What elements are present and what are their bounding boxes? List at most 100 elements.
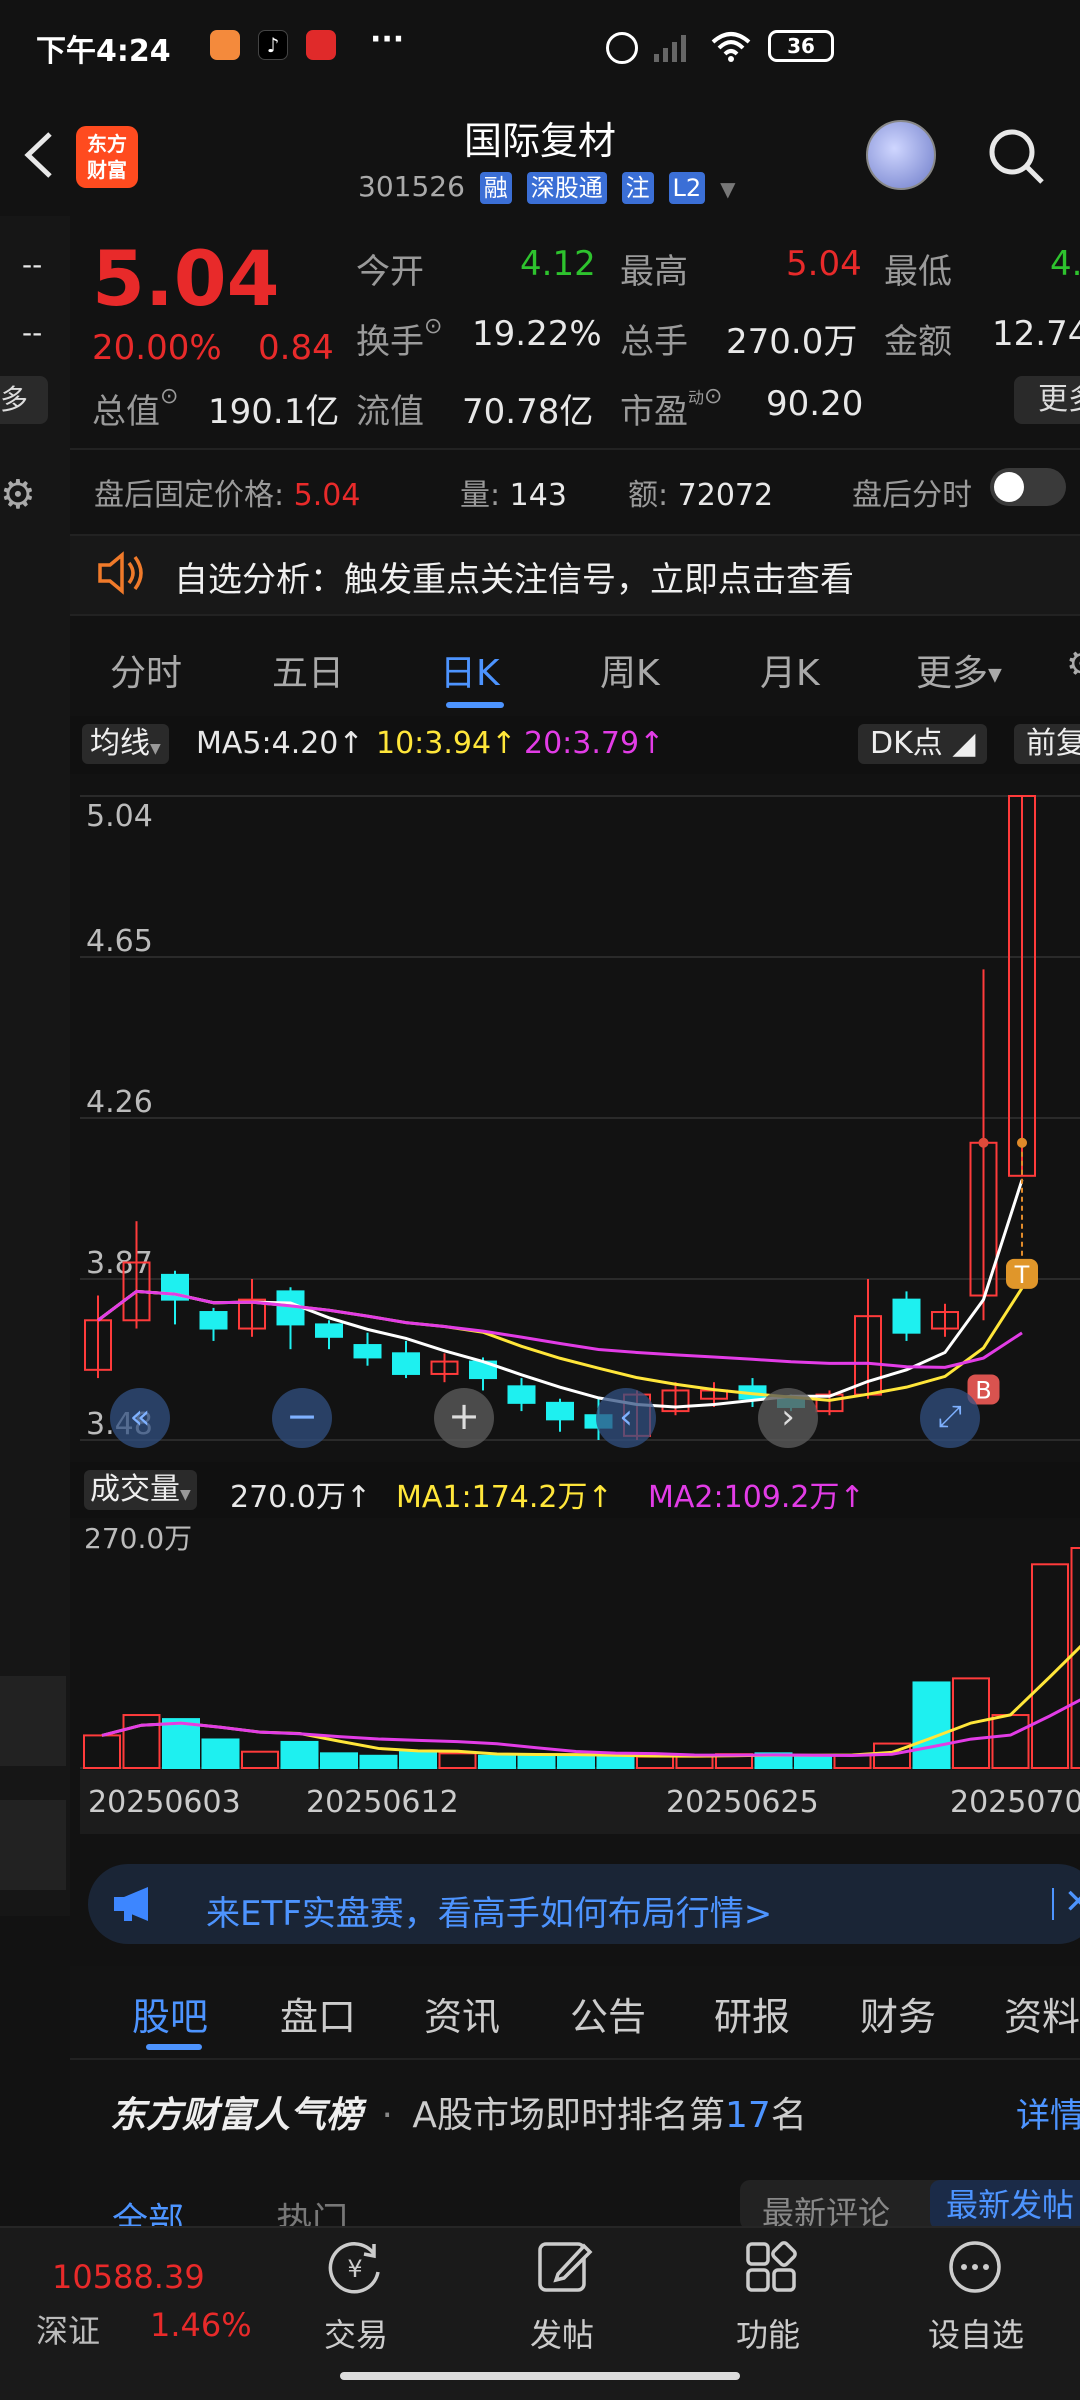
popularity-detail-link[interactable]: 详情 bbox=[1016, 2088, 1080, 2137]
add-watchlist-icon[interactable] bbox=[944, 2236, 1006, 2298]
candle bbox=[892, 1298, 921, 1334]
left-panel-item[interactable] bbox=[0, 1800, 66, 1890]
volume-selector[interactable]: 成交量▼ bbox=[84, 1470, 197, 1510]
fullscreen-button[interactable]: ⤢ bbox=[920, 1388, 980, 1448]
volume-bar bbox=[636, 1755, 674, 1769]
after-hours-vol: 量: 143 bbox=[460, 478, 567, 513]
ma5-line bbox=[97, 1179, 1024, 1409]
y-tick-label: 270.0万 bbox=[84, 1522, 192, 1555]
search-icon[interactable] bbox=[986, 126, 1046, 186]
nav-add-watchlist[interactable]: 设自选 bbox=[928, 2310, 1024, 2356]
stock-code: 301526 bbox=[358, 170, 465, 203]
zoom-out-button[interactable]: − bbox=[272, 1388, 332, 1448]
battery-icon: 36 bbox=[768, 30, 834, 62]
volume-bar bbox=[517, 1754, 556, 1769]
tag-l2: L2 bbox=[668, 172, 706, 204]
buy-marker-label: B bbox=[975, 1376, 991, 1404]
volume-bar bbox=[280, 1740, 319, 1769]
eastmoney-notification-icon bbox=[306, 30, 336, 60]
scroll-left-button[interactable]: « bbox=[110, 1388, 170, 1448]
y-tick-label: 3.87 bbox=[86, 1246, 153, 1281]
left-more-button[interactable]: 多 bbox=[0, 376, 48, 424]
tab-finance[interactable]: 财务 bbox=[860, 1986, 936, 2041]
tab-monthly-k[interactable]: 月K bbox=[760, 644, 820, 696]
popularity-brand: 东方财富人气榜 bbox=[110, 2095, 363, 2136]
tab-research[interactable]: 研报 bbox=[714, 1986, 790, 2041]
volume-chart[interactable]: 270.0万 20250603 20250612 20250625 2025070 bbox=[80, 1518, 1080, 1842]
volume-bar bbox=[1070, 1547, 1080, 1769]
volume-bar bbox=[359, 1754, 398, 1769]
tab-profile[interactable]: 资料 bbox=[1004, 1986, 1080, 2041]
volume-label: 总手 bbox=[620, 322, 688, 362]
function-icon[interactable] bbox=[740, 2236, 802, 2298]
tab-announcement[interactable]: 公告 bbox=[570, 1986, 646, 2041]
popularity-prefix: A股市场即时排名第 bbox=[412, 2095, 726, 2136]
trade-marker: T bbox=[1006, 1258, 1038, 1289]
adjust-button[interactable]: 前复 bbox=[1014, 724, 1080, 764]
tab-intraday[interactable]: 分时 bbox=[110, 644, 182, 696]
wifi-icon bbox=[710, 30, 752, 62]
info-icon[interactable]: ⊙ bbox=[160, 384, 178, 409]
chart-settings-icon[interactable]: ⚙ bbox=[1066, 644, 1080, 685]
current-price: 5.04 bbox=[92, 234, 280, 323]
volume-ma2: MA2:109.2万↑ bbox=[648, 1480, 865, 1515]
ma20-value: 20:3.79↑ bbox=[524, 726, 665, 761]
after-hours-toggle[interactable] bbox=[990, 468, 1066, 506]
dk-button[interactable]: DK点 ◢ bbox=[858, 724, 988, 764]
price-chart[interactable]: 5.044.654.263.873.48BT bbox=[80, 776, 1080, 1460]
speaker-icon bbox=[96, 550, 146, 596]
tab-daily-k[interactable]: 日K bbox=[440, 644, 500, 696]
change-percent: 20.00% bbox=[92, 328, 222, 368]
info-icon[interactable]: ⊙ bbox=[704, 384, 722, 409]
ma-selector[interactable]: 均线▼ bbox=[82, 724, 169, 764]
close-icon[interactable]: ✕ bbox=[1064, 1882, 1080, 1922]
high-value: 5.04 bbox=[786, 244, 862, 284]
guba-tab-indicator bbox=[146, 2044, 202, 2050]
nav-function[interactable]: 功能 bbox=[736, 2310, 800, 2356]
ma-bar: 均线▼ MA5:4.20↑ 10:3.94↑ 20:3.79↑ DK点 ◢ 前复 bbox=[70, 716, 1080, 774]
info-icon[interactable]: ⊙ bbox=[424, 314, 442, 339]
float-value: 70.78亿 bbox=[462, 392, 594, 432]
toggle-knob bbox=[994, 472, 1024, 502]
volume-bar bbox=[162, 1718, 200, 1770]
robot-avatar[interactable] bbox=[866, 120, 936, 190]
popularity-rank: 17 bbox=[725, 2095, 771, 2136]
left-panel-item[interactable] bbox=[0, 1676, 66, 1766]
post-icon[interactable] bbox=[534, 2236, 596, 2298]
volume-ma1: MA1:174.2万↑ bbox=[396, 1480, 613, 1515]
index-name[interactable]: 深证 bbox=[36, 2306, 100, 2352]
tab-five-day[interactable]: 五日 bbox=[272, 644, 344, 696]
index-change[interactable]: 1.46% bbox=[150, 2306, 252, 2344]
candle bbox=[353, 1344, 382, 1359]
index-value[interactable]: 10588.39 bbox=[52, 2258, 205, 2296]
more-button[interactable]: 更多 bbox=[1014, 376, 1080, 424]
x-tick-label: 20250603 bbox=[88, 1785, 241, 1820]
y-tick-label: 4.26 bbox=[86, 1085, 153, 1120]
candle bbox=[392, 1352, 420, 1375]
nav-trade[interactable]: 交易 bbox=[324, 2310, 388, 2356]
chevron-down-icon[interactable]: ▼ bbox=[720, 177, 735, 201]
tab-news[interactable]: 资讯 bbox=[424, 1986, 500, 2041]
settings-icon[interactable]: ⚙ bbox=[0, 470, 40, 520]
trade-icon[interactable]: ¥ bbox=[324, 2236, 386, 2298]
prev-button[interactable]: ‹ bbox=[596, 1388, 656, 1448]
tab-guba[interactable]: 股吧 bbox=[132, 1986, 208, 2041]
etf-banner-text[interactable]: 来ETF实盘赛，看高手如何布局行情> bbox=[206, 1886, 772, 1935]
nav-post[interactable]: 发帖 bbox=[530, 2310, 594, 2356]
sort-latest-post[interactable]: 最新发帖 bbox=[930, 2180, 1080, 2230]
next-button[interactable]: › bbox=[758, 1388, 818, 1448]
tab-pankou[interactable]: 盘口 bbox=[280, 1986, 356, 2041]
high-label: 最高 bbox=[620, 252, 688, 292]
tab-more[interactable]: 更多▼ bbox=[916, 644, 1002, 696]
turnover-value: 19.22% bbox=[472, 314, 602, 354]
amount-value: 12.74 bbox=[992, 314, 1080, 354]
tab-weekly-k[interactable]: 周K bbox=[600, 644, 660, 696]
candle bbox=[315, 1323, 343, 1338]
open-label: 今开 bbox=[356, 252, 424, 292]
zoom-in-button[interactable]: + bbox=[434, 1388, 494, 1448]
low-value: 4. bbox=[1050, 244, 1080, 284]
popularity-row[interactable]: 东方财富人气榜 · A股市场即时排名第17名 bbox=[110, 2086, 807, 2138]
status-time: 下午4:24 bbox=[36, 34, 171, 69]
candle bbox=[507, 1385, 536, 1404]
notice-text[interactable]: 自选分析：触发重点关注信号，立即点击查看 bbox=[174, 552, 854, 601]
